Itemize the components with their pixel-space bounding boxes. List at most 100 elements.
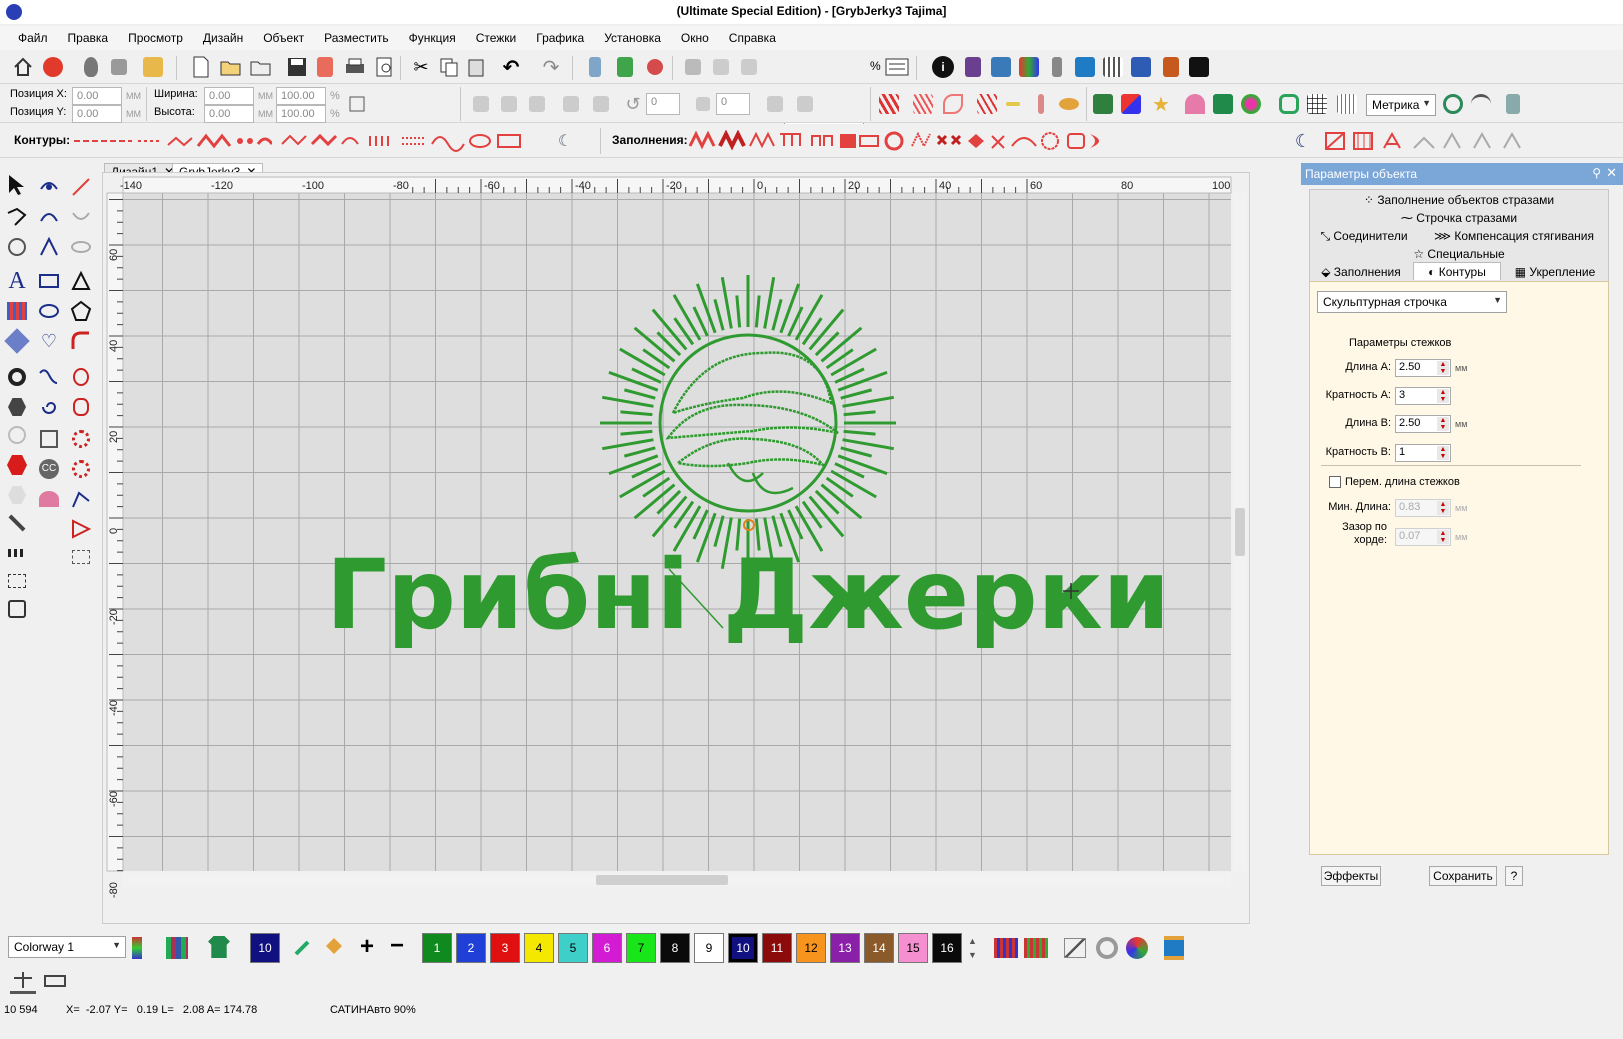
clipart-icon[interactable]: [140, 54, 166, 80]
width-input[interactable]: 0.00: [204, 87, 254, 105]
tab-contours[interactable]: ◐ Контуры: [1413, 262, 1501, 280]
knife-tool-icon[interactable]: [2, 508, 32, 538]
swatch-scroll-icon[interactable]: ▲ ▼: [968, 934, 977, 962]
pin-icon[interactable]: ⚲: [1592, 166, 1601, 180]
color-film-icon[interactable]: [642, 54, 668, 80]
close-icon[interactable]: ✕: [1606, 165, 1617, 181]
motif-tool-icon[interactable]: [66, 424, 96, 454]
color-swatch-11[interactable]: 11: [762, 933, 792, 963]
line-tool-icon[interactable]: [66, 172, 96, 202]
thread-list-icon[interactable]: [994, 938, 1018, 958]
spin-arrows-icon[interactable]: ▲ ▼: [1437, 446, 1449, 460]
knife-icon[interactable]: [792, 91, 818, 117]
hole-icon[interactable]: [2, 420, 32, 450]
color-swatch-1[interactable]: 1: [422, 933, 452, 963]
run-stitch-icon[interactable]: [974, 91, 1000, 117]
dotted-rect-icon[interactable]: [2, 566, 32, 596]
len-a-spin[interactable]: 2.50 ▲ ▼: [1395, 359, 1451, 377]
thread-spool-icon[interactable]: [1164, 936, 1184, 960]
moon-fill-icon[interactable]: ☾: [1290, 128, 1316, 154]
tab-pull-compensation[interactable]: ⋙ Компенсация стягивания: [1421, 227, 1607, 245]
spin-arrows-icon[interactable]: ▲ ▼: [1437, 530, 1449, 544]
star-motif-icon[interactable]: [66, 454, 96, 484]
tab-special[interactable]: ☆ Специальные: [1311, 245, 1607, 263]
no-color-icon[interactable]: [1064, 938, 1086, 958]
info-icon[interactable]: i: [930, 54, 956, 80]
reshape-tool-icon[interactable]: [34, 424, 64, 454]
menu-stitches[interactable]: Стежки: [466, 26, 527, 50]
color-swatch-13[interactable]: 13: [830, 933, 860, 963]
scale-width-input[interactable]: 100.00: [276, 87, 326, 105]
export-icon[interactable]: [312, 54, 338, 80]
print-icon[interactable]: [342, 54, 368, 80]
menu-window[interactable]: Окно: [671, 26, 719, 50]
fork-icon[interactable]: [1028, 91, 1054, 117]
path-nodes-icon[interactable]: [66, 484, 96, 514]
redo-icon[interactable]: ↷: [538, 54, 564, 80]
menu-help[interactable]: Справка: [719, 26, 786, 50]
paste-icon[interactable]: [464, 54, 490, 80]
cut-icon[interactable]: ✂: [408, 54, 434, 80]
tshirt-color-icon[interactable]: [208, 936, 230, 958]
ruler-grid-icon[interactable]: [1334, 91, 1360, 117]
polygon-select-icon[interactable]: [2, 202, 32, 232]
tab-connectors[interactable]: ⤡ Соединители: [1311, 227, 1417, 245]
color-swatch-3[interactable]: 3: [490, 933, 520, 963]
contour-stitch-icons-2[interactable]: [280, 130, 550, 152]
tatami-stitch-icon[interactable]: [910, 91, 936, 117]
color-swatch-6[interactable]: 6: [592, 933, 622, 963]
stitch-type-combo[interactable]: Скульптурная строчка ▼: [1317, 291, 1507, 313]
menu-object[interactable]: Объект: [253, 26, 314, 50]
spool-icon[interactable]: [1072, 54, 1098, 80]
worksheet-icon[interactable]: [988, 54, 1014, 80]
freehand-icon[interactable]: [34, 362, 64, 392]
effects-button[interactable]: Эффекты: [1321, 866, 1381, 886]
rectangle-icon[interactable]: [34, 266, 64, 296]
red-hexagon-icon[interactable]: [2, 450, 32, 480]
mirror-v-icon[interactable]: [496, 91, 522, 117]
scale-height-input[interactable]: 100.00: [276, 105, 326, 123]
reshape-icon[interactable]: [762, 91, 788, 117]
curve-edit-2-icon[interactable]: [34, 202, 64, 232]
arc-tool-icon[interactable]: [66, 202, 96, 232]
column-tool-icon[interactable]: [66, 362, 96, 392]
contour-stitch-icons[interactable]: [72, 130, 272, 152]
machine-icon[interactable]: [582, 54, 608, 80]
min-len-spin[interactable]: 0.83 ▲ ▼: [1395, 499, 1451, 517]
moon-contour-icon[interactable]: ☾: [552, 128, 578, 154]
chord-gap-spin[interactable]: 0.07 ▲ ▼: [1395, 528, 1451, 546]
color-matrix-icon[interactable]: [166, 937, 188, 959]
fill-stitch-icons[interactable]: [688, 130, 1118, 152]
save-button[interactable]: Сохранить: [1429, 866, 1497, 886]
color-swatch-4[interactable]: 4: [524, 933, 554, 963]
distribute-icon[interactable]: [558, 91, 584, 117]
rotate-angle-input[interactable]: 0: [646, 93, 680, 115]
open-recent-icon[interactable]: [248, 54, 274, 80]
color-wheel-icon[interactable]: [1126, 937, 1148, 959]
menu-function[interactable]: Функция: [399, 26, 466, 50]
thread-list-x-icon[interactable]: [1024, 938, 1048, 958]
skew-icon[interactable]: [588, 91, 614, 117]
wilcom-logo-icon[interactable]: [40, 54, 66, 80]
spin-arrows-icon[interactable]: ▲ ▼: [1437, 361, 1449, 375]
leaf-stitch-icon[interactable]: [940, 91, 966, 117]
slow-redraw-icon[interactable]: [736, 54, 762, 80]
hexagon-icon[interactable]: [2, 392, 32, 422]
menu-file[interactable]: Файл: [8, 26, 58, 50]
satin-stitch-icon[interactable]: [876, 91, 902, 117]
help-button[interactable]: ?: [1505, 866, 1523, 886]
paint-bucket-icon[interactable]: [322, 936, 344, 958]
remove-color-icon[interactable]: −: [386, 934, 408, 958]
rotate-icon[interactable]: ↺: [620, 91, 646, 117]
home-icon[interactable]: [10, 54, 36, 80]
flowers-icon[interactable]: [1238, 91, 1264, 117]
current-color-swatch[interactable]: 10: [250, 933, 280, 963]
select-arrow-icon[interactable]: [2, 170, 32, 200]
slant-angle-input[interactable]: 0: [716, 93, 750, 115]
triple-run-icon[interactable]: [1000, 91, 1026, 117]
settings-robot-icon[interactable]: [1500, 91, 1526, 117]
team-names-icon[interactable]: [2, 296, 32, 326]
eyedropper-icon[interactable]: [292, 936, 314, 958]
tab-rhinestone-fill[interactable]: ⁘ Заполнение объектов стразами: [1311, 191, 1607, 209]
stamp-icon[interactable]: [1158, 54, 1184, 80]
